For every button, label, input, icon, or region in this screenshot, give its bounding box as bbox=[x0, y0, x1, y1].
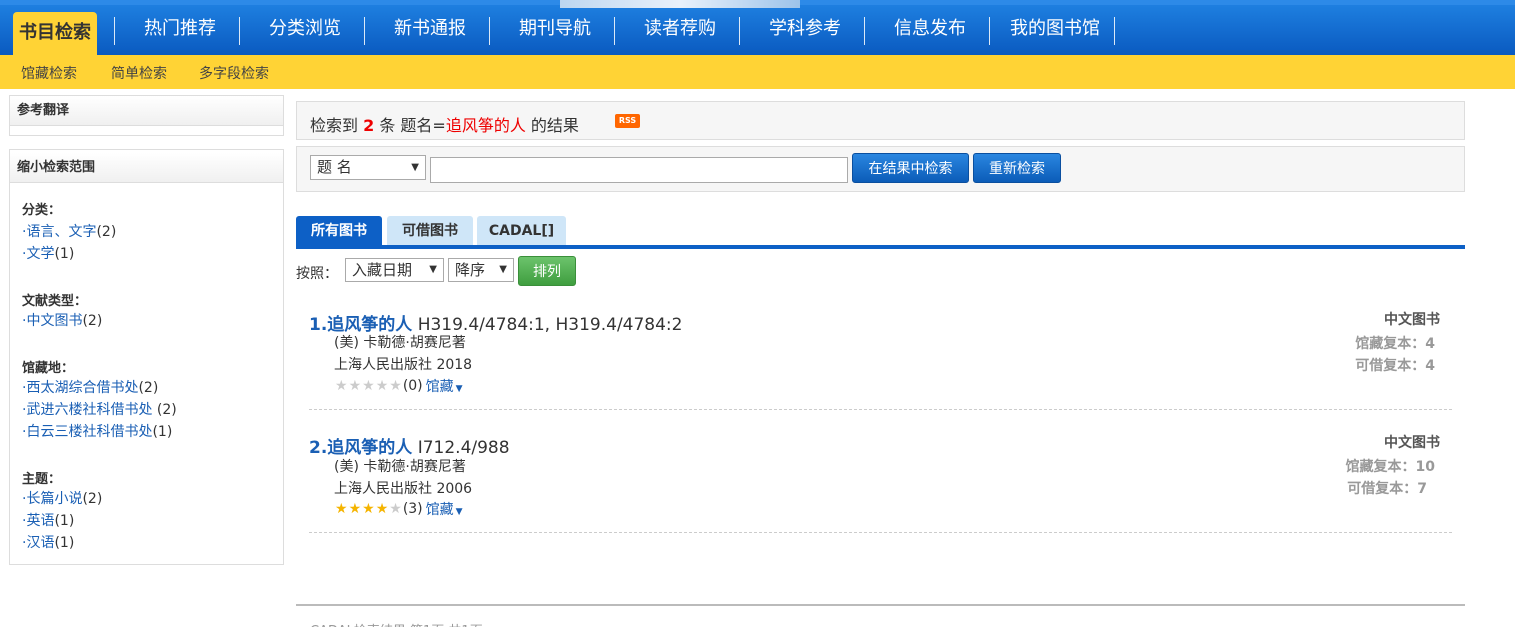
result-divider bbox=[309, 532, 1452, 533]
caret-down-icon: ▼ bbox=[455, 507, 463, 517]
nav-separator bbox=[114, 17, 115, 45]
sort-field-select[interactable]: 入藏日期 ▼ bbox=[345, 258, 444, 282]
facet-link-subject[interactable]: ·英语(1) bbox=[22, 510, 74, 530]
rating-stars: ★ ★ ★ ★ ★ (3) 馆藏 ▼ bbox=[335, 499, 463, 519]
star-icon: ★ bbox=[335, 378, 348, 394]
holdings-copies: 馆藏复本：10 bbox=[1345, 459, 1435, 475]
nav-item-new-books[interactable]: 新书通报 bbox=[380, 5, 480, 55]
sub-nav-bar: 馆藏检索 简单检索 多字段检索 bbox=[0, 55, 1515, 89]
result-divider bbox=[309, 409, 1452, 410]
result-summary-bar: 检索到 2 条 题名=追风筝的人 的结果 RSS bbox=[296, 101, 1465, 140]
nav-item-info-release[interactable]: 信息发布 bbox=[880, 5, 980, 55]
star-icon: ★ bbox=[375, 501, 389, 517]
nav-separator bbox=[489, 17, 490, 45]
nav-separator bbox=[739, 17, 740, 45]
result-title-line: 2.追风筝的人 I712.4/988 bbox=[309, 433, 510, 458]
holdings-toggle-link[interactable]: 馆藏 ▼ bbox=[426, 376, 463, 396]
star-icon: ★ bbox=[348, 501, 362, 517]
sort-button[interactable]: 排列 bbox=[518, 256, 576, 286]
facet-title-subject: 主题： bbox=[22, 472, 62, 487]
nav-separator bbox=[864, 17, 865, 45]
reference-translation-panel: 参考翻译 bbox=[9, 95, 284, 136]
star-icon: ★ bbox=[375, 378, 389, 394]
nav-separator bbox=[1114, 17, 1115, 45]
sort-order-select[interactable]: 降序 ▼ bbox=[448, 258, 514, 282]
facet-title-location: 馆藏地： bbox=[22, 361, 75, 376]
result-doc-type: 中文图书 bbox=[1384, 435, 1440, 451]
subnav-holdings-search[interactable]: 馆藏检索 bbox=[21, 63, 77, 83]
result-summary-text: 检索到 2 条 题名=追风筝的人 的结果 bbox=[310, 116, 579, 135]
cadal-results-text: CADAL检索结果 第1页 共1页 bbox=[310, 620, 483, 627]
search-input[interactable] bbox=[430, 157, 848, 183]
rating-stars: ★ ★ ★ ★ ★ (0) 馆藏 ▼ bbox=[335, 376, 463, 396]
top-nav-bar: 书目检索 热门推荐 分类浏览 新书通报 期刊导航 读者荐购 学科参考 信息发布 … bbox=[0, 0, 1515, 60]
reference-translation-title: 参考翻译 bbox=[10, 96, 283, 126]
result-doc-type: 中文图书 bbox=[1384, 312, 1440, 328]
facet-link-category[interactable]: ·文学(1) bbox=[22, 243, 74, 263]
dropdown-arrow-icon: ▼ bbox=[499, 264, 507, 275]
facet-link-subject[interactable]: ·汉语(1) bbox=[22, 532, 74, 552]
star-icon: ★ bbox=[362, 501, 375, 517]
available-copies: 可借复本：4 bbox=[1355, 358, 1435, 374]
nav-item-browse-category[interactable]: 分类浏览 bbox=[255, 5, 355, 55]
nav-item-catalog-search[interactable]: 书目检索 bbox=[13, 12, 97, 60]
new-search-button[interactable]: 重新检索 bbox=[973, 153, 1061, 183]
facet-link-location[interactable]: ·白云三楼社科借书处(1) bbox=[22, 421, 172, 441]
dropdown-arrow-icon: ▼ bbox=[411, 162, 419, 173]
facet-link-subject[interactable]: ·长篇小说(2) bbox=[22, 488, 102, 508]
nav-item-my-library[interactable]: 我的图书馆 bbox=[1003, 5, 1107, 55]
result-author: (美) 卡勒德·胡赛尼著 bbox=[334, 459, 466, 475]
tab-available-books[interactable]: 可借图书 bbox=[387, 216, 473, 246]
facet-link-location[interactable]: ·武进六楼社科借书处 (2) bbox=[22, 399, 177, 419]
call-number: I712.4/988 bbox=[412, 438, 510, 458]
rss-icon[interactable]: RSS bbox=[615, 114, 640, 128]
result-publisher: 上海人民出版社 2006 bbox=[334, 481, 473, 497]
facet-title-doc-type: 文献类型： bbox=[22, 294, 88, 309]
caret-down-icon: ▼ bbox=[455, 384, 463, 394]
nav-separator bbox=[239, 17, 240, 45]
rating-count: (3) bbox=[402, 501, 423, 517]
subnav-multi-field-search[interactable]: 多字段检索 bbox=[199, 63, 269, 83]
narrow-search-title: 缩小检索范围 bbox=[10, 153, 283, 183]
rating-count: (0) bbox=[402, 378, 423, 394]
refine-search-bar: 题 名 ▼ 在结果中检索 重新检索 bbox=[296, 146, 1465, 192]
facet-link-category[interactable]: ·语言、文字(2) bbox=[22, 221, 116, 241]
nav-item-reader-recommend[interactable]: 读者荐购 bbox=[630, 5, 730, 55]
holdings-toggle-link[interactable]: 馆藏 ▼ bbox=[426, 499, 463, 519]
nav-separator bbox=[614, 17, 615, 45]
tab-cadal[interactable]: CADAL[] bbox=[477, 216, 566, 246]
nav-item-hot-picks[interactable]: 热门推荐 bbox=[130, 5, 230, 55]
star-icon: ★ bbox=[362, 378, 375, 394]
star-icon: ★ bbox=[389, 378, 402, 394]
subnav-simple-search[interactable]: 简单检索 bbox=[111, 63, 167, 83]
result-author: (美) 卡勒德·胡赛尼著 bbox=[334, 335, 466, 351]
star-icon: ★ bbox=[335, 501, 348, 517]
facet-title-category: 分类： bbox=[22, 203, 62, 218]
nav-separator bbox=[989, 17, 990, 45]
nav-item-subject-reference[interactable]: 学科参考 bbox=[755, 5, 855, 55]
nav-item-journals[interactable]: 期刊导航 bbox=[505, 5, 605, 55]
tab-underline bbox=[296, 245, 1465, 249]
facet-link-doc-type[interactable]: ·中文图书(2) bbox=[22, 310, 102, 330]
star-icon: ★ bbox=[389, 501, 402, 517]
available-copies: 可借复本：7 bbox=[1347, 481, 1427, 497]
dropdown-arrow-icon: ▼ bbox=[429, 264, 437, 275]
holdings-copies: 馆藏复本：4 bbox=[1355, 336, 1435, 352]
search-within-results-button[interactable]: 在结果中检索 bbox=[852, 153, 969, 183]
result-publisher: 上海人民出版社 2018 bbox=[334, 357, 473, 373]
search-field-select[interactable]: 题 名 ▼ bbox=[310, 155, 426, 180]
result-title-link[interactable]: 2.追风筝的人 bbox=[309, 438, 412, 458]
bottom-divider bbox=[296, 604, 1465, 606]
star-icon: ★ bbox=[348, 378, 362, 394]
nav-separator bbox=[364, 17, 365, 45]
tab-all-books[interactable]: 所有图书 bbox=[296, 216, 382, 246]
facet-link-location[interactable]: ·西太湖综合借书处(2) bbox=[22, 377, 158, 397]
sort-label: 按照： bbox=[296, 266, 338, 282]
